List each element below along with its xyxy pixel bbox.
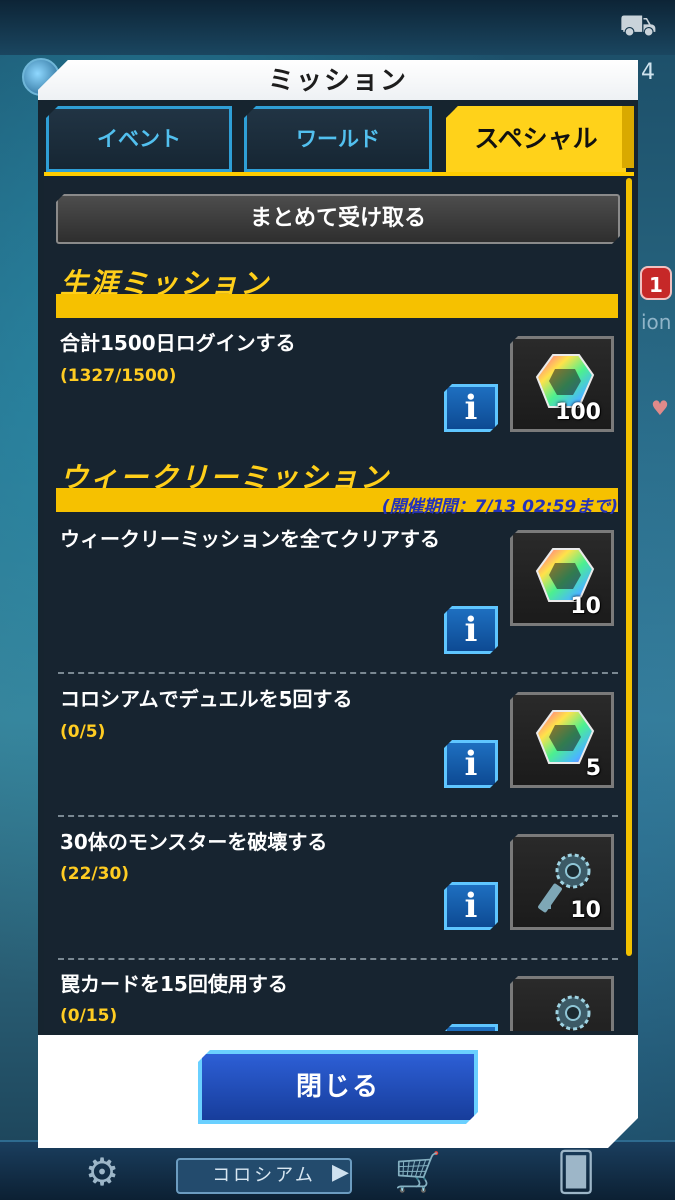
tab-event[interactable]: イベント — [46, 106, 232, 172]
gear-nav-icon[interactable]: ⚙ — [62, 1148, 142, 1196]
list-scrollbar[interactable] — [626, 178, 632, 956]
reward-box-clip — [510, 976, 614, 1031]
colosseum-nav-label[interactable]: コロシアム — [176, 1158, 352, 1194]
mission-progress: (0/15) — [60, 1006, 118, 1026]
notification-badge: 1 — [640, 266, 672, 300]
collect-all-button[interactable]: まとめて受け取る — [56, 194, 620, 244]
key-icon — [555, 995, 591, 1031]
cards-icon[interactable]: 🂠 — [536, 1148, 616, 1196]
close-button[interactable]: 閉じる — [198, 1050, 478, 1124]
mission-name: ウィークリーミッションを全てクリアする — [60, 527, 440, 551]
reward-box[interactable]: 100 — [510, 336, 614, 432]
mission-name: 罠カードを15回使用する — [60, 972, 288, 996]
info-button[interactable]: i — [444, 740, 498, 788]
background-number: 4 — [641, 60, 655, 85]
mission-progress: (0/5) — [60, 722, 106, 742]
info-button[interactable] — [444, 1024, 498, 1031]
reward-quantity: 100 — [555, 400, 601, 425]
mission-progress: (22/30) — [60, 864, 130, 884]
hide-ui-icon[interactable]: ⛟ — [615, 8, 661, 44]
modal-title: ミッション — [267, 66, 408, 96]
reward-quantity: 10 — [570, 898, 601, 923]
info-button-clip — [444, 1024, 498, 1031]
divider — [58, 672, 618, 674]
heart-icon: ♥ — [651, 396, 669, 420]
mission-name: コロシアムでデュエルを5回する — [60, 687, 353, 711]
tab-special[interactable]: スペシャル — [446, 106, 626, 172]
reward-quantity: 10 — [570, 594, 601, 619]
section-bar-lifetime — [56, 294, 618, 318]
top-status-bar — [0, 0, 675, 55]
mission-name: 合計1500日ログインする — [60, 331, 296, 355]
divider — [58, 815, 618, 817]
info-button[interactable]: i — [444, 882, 498, 930]
divider — [58, 958, 618, 960]
reward-box[interactable]: 5 — [510, 692, 614, 788]
mission-progress: (1327/1500) — [60, 366, 177, 386]
reward-box[interactable]: 10 — [510, 530, 614, 626]
background-text: ion — [641, 310, 672, 334]
event-period: (開催期間：7/13 02:59まで) — [381, 497, 618, 517]
reward-quantity: 5 — [585, 756, 601, 781]
nav-right-arrow-icon[interactable]: ▶ — [332, 1160, 349, 1185]
info-button[interactable]: i — [444, 606, 498, 654]
info-button[interactable]: i — [444, 384, 498, 432]
tab-world[interactable]: ワールド — [244, 106, 432, 172]
tab-active-edge — [622, 106, 634, 168]
shop-cart-icon[interactable]: 🛒 — [378, 1148, 458, 1196]
reward-box[interactable] — [510, 976, 614, 1031]
reward-box[interactable]: 10 — [510, 834, 614, 930]
mission-name: 30体のモンスターを破壊する — [60, 830, 328, 854]
